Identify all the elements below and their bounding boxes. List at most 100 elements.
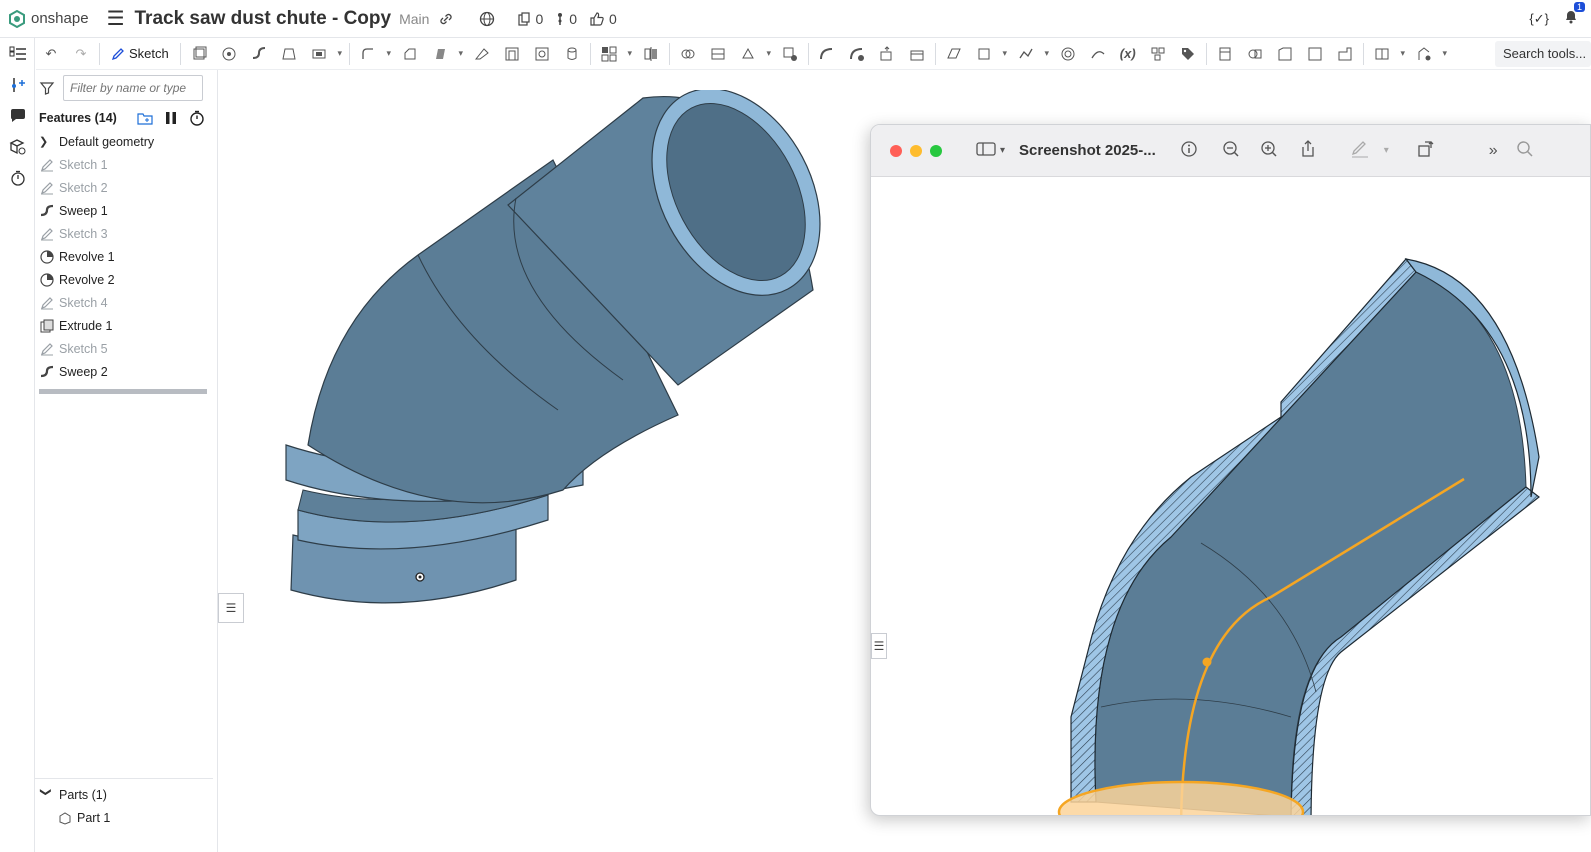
- feature-item-extrude-1[interactable]: Extrude 1: [35, 314, 217, 337]
- dust-chute-model[interactable]: [258, 90, 958, 670]
- chamfer-icon[interactable]: [395, 41, 425, 67]
- zoom-window-button[interactable]: [930, 144, 942, 157]
- preview-window[interactable]: ▾ Screenshot 2025-... ▾ » ☰: [870, 124, 1591, 816]
- globe-icon[interactable]: [479, 11, 495, 27]
- flange-icon[interactable]: [1270, 41, 1300, 67]
- cylinder-icon[interactable]: [557, 41, 587, 67]
- more-tools-icon[interactable]: »: [1489, 142, 1498, 160]
- comments-icon[interactable]: [0, 100, 35, 131]
- feature-item-sweep-2[interactable]: Sweep 2: [35, 360, 217, 383]
- extrude-icon[interactable]: [184, 41, 214, 67]
- feature-item-sketch-1[interactable]: Sketch 1: [35, 153, 217, 176]
- notifications-button[interactable]: 1: [1563, 2, 1585, 29]
- minimize-window-button[interactable]: [910, 144, 922, 157]
- feature-item-revolve-2[interactable]: Revolve 2: [35, 268, 217, 291]
- history-icon[interactable]: [0, 162, 35, 193]
- chevron-right-icon[interactable]: ❯: [39, 135, 53, 148]
- chevron-down-icon[interactable]: ▾: [1041, 48, 1053, 59]
- chevron-down-icon[interactable]: ▾: [763, 48, 775, 59]
- search-tools-input[interactable]: Search tools...: [1495, 41, 1591, 67]
- move-face-icon[interactable]: [872, 41, 902, 67]
- onshape-logo[interactable]: onshape: [8, 9, 89, 28]
- corner-icon[interactable]: [1300, 41, 1330, 67]
- document-title[interactable]: Track saw dust chute - Copy: [135, 8, 392, 30]
- zoom-in-icon[interactable]: [1260, 140, 1278, 161]
- replace-face-icon[interactable]: [902, 41, 932, 67]
- feature-list-toggle-icon[interactable]: ☰: [218, 593, 244, 623]
- chevron-down-icon[interactable]: ▾: [1397, 48, 1409, 59]
- like-button[interactable]: 0: [589, 11, 617, 27]
- rotate-icon[interactable]: [1417, 140, 1435, 161]
- feature-list-icon[interactable]: [0, 38, 35, 69]
- stopwatch-icon[interactable]: [189, 110, 205, 126]
- chevron-down-icon[interactable]: ▾: [1439, 48, 1451, 59]
- undo-icon[interactable]: ↶: [36, 41, 66, 67]
- close-window-button[interactable]: [890, 144, 902, 157]
- sketch-button[interactable]: Sketch: [103, 46, 177, 61]
- filter-icon[interactable]: [39, 80, 55, 96]
- chevron-down-icon[interactable]: ▾: [334, 48, 346, 59]
- part-item[interactable]: Part 1: [35, 806, 213, 829]
- plane-icon[interactable]: [939, 41, 969, 67]
- sidebar-toggle-icon[interactable]: [976, 141, 996, 160]
- feature-item-sweep-1[interactable]: Sweep 1: [35, 199, 217, 222]
- draft-icon[interactable]: [425, 41, 455, 67]
- loft-icon[interactable]: [274, 41, 304, 67]
- branch-label[interactable]: Main: [399, 11, 429, 27]
- custom-features-icon[interactable]: [1409, 41, 1439, 67]
- menu-icon[interactable]: ☰: [107, 6, 125, 31]
- bend-icon[interactable]: [1330, 41, 1360, 67]
- mirror-icon[interactable]: [636, 41, 666, 67]
- variable-studio-icon[interactable]: {✓}: [1529, 11, 1549, 27]
- frame-icon[interactable]: [1210, 41, 1240, 67]
- sweep-icon[interactable]: [244, 41, 274, 67]
- pause-icon[interactable]: [165, 111, 177, 125]
- delete-part-icon[interactable]: [775, 41, 805, 67]
- feature-item-sketch-4[interactable]: Sketch 4: [35, 291, 217, 314]
- appearance-icon[interactable]: [0, 131, 35, 162]
- feature-item-revolve-1[interactable]: Revolve 1: [35, 245, 217, 268]
- hole-icon[interactable]: [527, 41, 557, 67]
- flat-pattern-icon[interactable]: [1367, 41, 1397, 67]
- thicken-icon[interactable]: [304, 41, 334, 67]
- feature-item-sketch-5[interactable]: Sketch 5: [35, 337, 217, 360]
- redo-icon[interactable]: ↷: [66, 41, 96, 67]
- chevron-down-icon[interactable]: ▾: [383, 48, 395, 59]
- shell-icon[interactable]: [497, 41, 527, 67]
- delete-face-icon[interactable]: [842, 41, 872, 67]
- chevron-down-icon[interactable]: ▾: [999, 48, 1011, 59]
- modify-fillet-icon[interactable]: [812, 41, 842, 67]
- share-icon[interactable]: [1300, 140, 1316, 161]
- chevron-down-icon[interactable]: ▾: [1384, 145, 1389, 156]
- gusset-icon[interactable]: [1240, 41, 1270, 67]
- markup-icon[interactable]: [1350, 140, 1370, 161]
- fillet-icon[interactable]: [353, 41, 383, 67]
- link-icon[interactable]: [439, 12, 453, 26]
- boolean-icon[interactable]: [673, 41, 703, 67]
- feature-item-sketch-3[interactable]: Sketch 3: [35, 222, 217, 245]
- chevron-down-icon[interactable]: ▾: [455, 48, 467, 59]
- feature-filter-input[interactable]: [63, 75, 203, 101]
- chevron-down-icon[interactable]: ▾: [624, 48, 636, 59]
- chevron-down-icon[interactable]: ▾: [1000, 145, 1005, 156]
- curve-icon[interactable]: [1011, 41, 1041, 67]
- rollback-bar[interactable]: [39, 389, 207, 394]
- chevron-down-icon[interactable]: ❯: [40, 788, 53, 802]
- versions-button[interactable]: 0: [517, 11, 543, 27]
- surface-icon[interactable]: [1083, 41, 1113, 67]
- parts-header[interactable]: ❯ Parts (1): [35, 783, 213, 806]
- info-icon[interactable]: [1180, 140, 1198, 161]
- zoom-out-icon[interactable]: [1222, 140, 1240, 161]
- branches-button[interactable]: 0: [555, 11, 577, 27]
- helix-icon[interactable]: [1053, 41, 1083, 67]
- sheet-metal-icon[interactable]: [1143, 41, 1173, 67]
- add-folder-icon[interactable]: [137, 111, 153, 125]
- variable-icon[interactable]: (x): [1113, 41, 1143, 67]
- feature-item-sketch-2[interactable]: Sketch 2: [35, 176, 217, 199]
- insert-icon[interactable]: [0, 69, 35, 100]
- pattern-icon[interactable]: [594, 41, 624, 67]
- mate-connector-icon[interactable]: [969, 41, 999, 67]
- tag-icon[interactable]: [1173, 41, 1203, 67]
- transform-icon[interactable]: [733, 41, 763, 67]
- rib-icon[interactable]: [467, 41, 497, 67]
